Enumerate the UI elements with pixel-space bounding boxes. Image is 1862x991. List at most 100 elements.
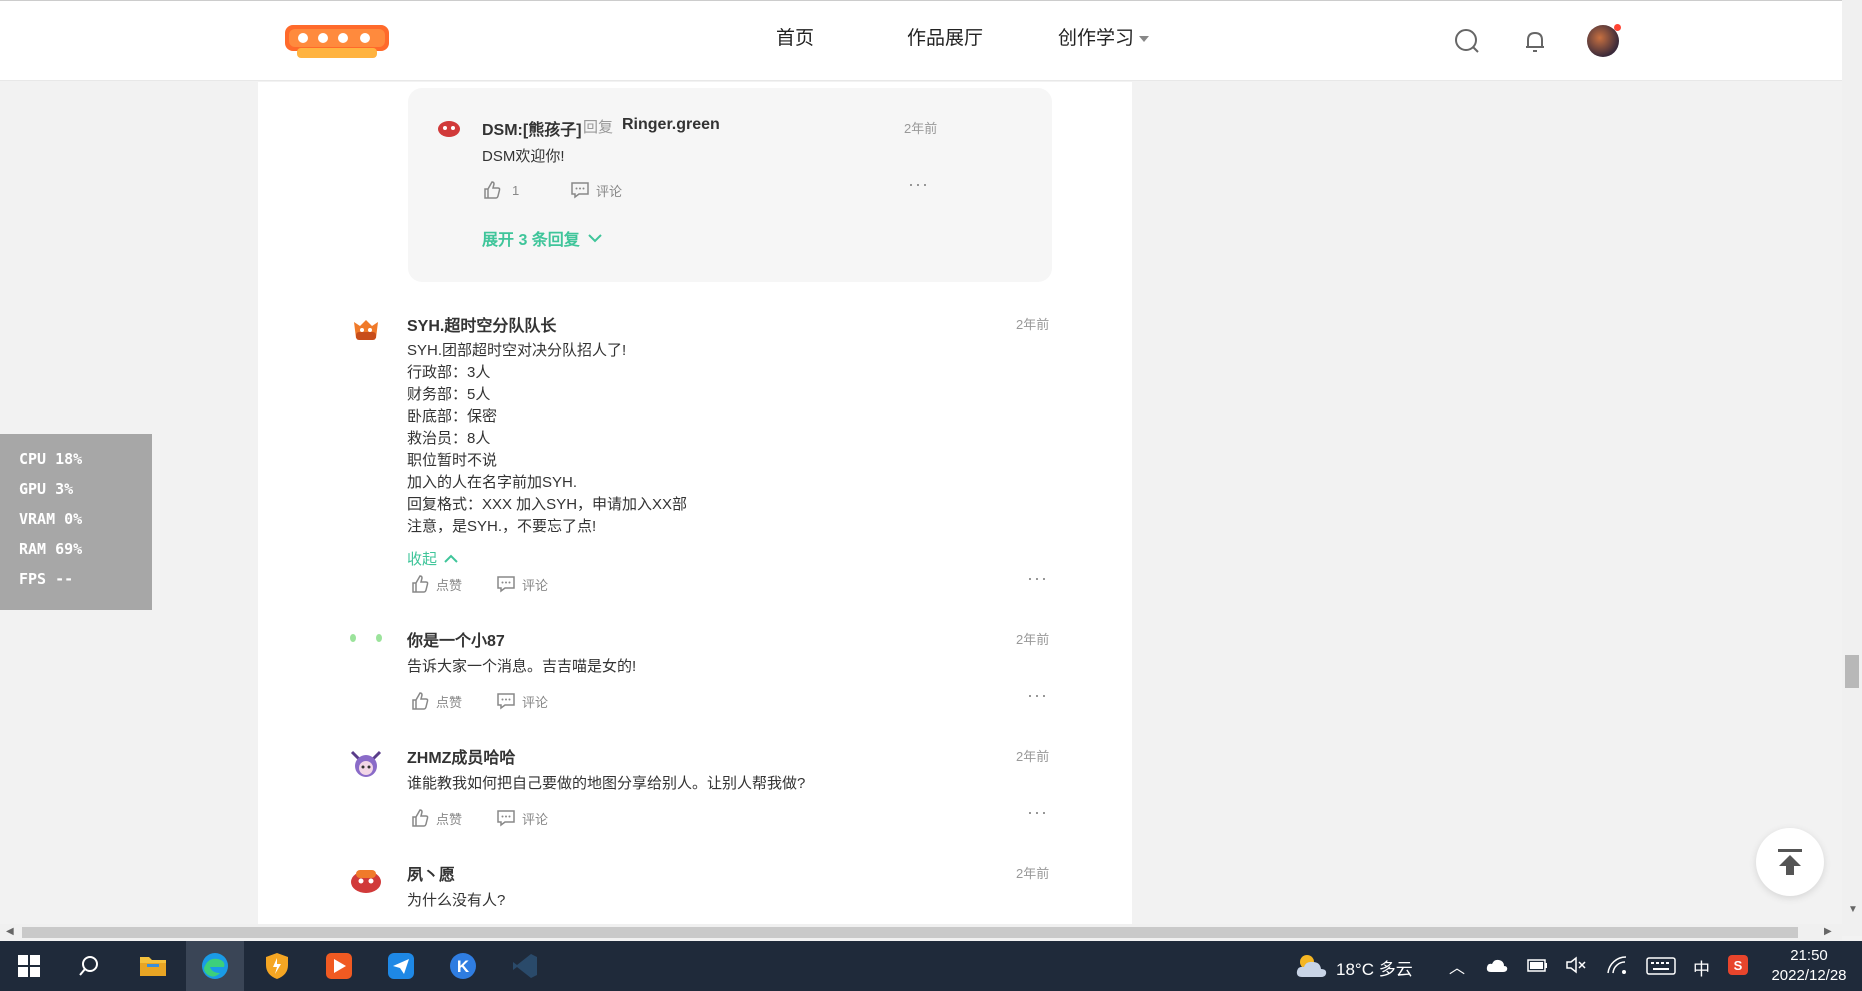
comment-username[interactable]: SYH.超时空分队队长: [407, 312, 556, 336]
search-icon[interactable]: [1453, 27, 1481, 55]
start-button[interactable]: [0, 941, 58, 991]
like-count: 1: [512, 182, 520, 198]
reply-label: 回复: [583, 119, 614, 136]
reply-avatar[interactable]: [436, 114, 462, 140]
back-to-top-button[interactable]: [1756, 828, 1824, 896]
chevron-down-icon: [588, 234, 602, 243]
comment-line: 注意，是SYH.，不要忘了点!: [407, 518, 597, 535]
reply-username[interactable]: DSM:[熊孩子]: [482, 116, 582, 140]
shield-icon: [266, 953, 288, 979]
weather-cloudy-icon: [1296, 955, 1327, 977]
nav-gallery[interactable]: 作品展厅: [907, 23, 983, 50]
k-app-button[interactable]: K: [434, 941, 492, 991]
clock[interactable]: 21:50 2022/12/28: [1764, 946, 1854, 986]
like-button[interactable]: 点赞: [410, 808, 462, 828]
comment-icon: [497, 576, 515, 593]
play-app-icon: [326, 953, 352, 979]
comment-button[interactable]: 评论: [570, 180, 622, 200]
nav-learn-label: 创作学习: [1058, 28, 1135, 49]
comment-username[interactable]: 夙丶愿: [407, 861, 455, 885]
comment-line: 财务部：5人: [407, 386, 491, 403]
comment-button[interactable]: 评论: [496, 574, 548, 594]
nav-home[interactable]: 首页: [776, 23, 814, 50]
security-app-button[interactable]: [248, 941, 306, 991]
volume-muted-icon[interactable]: [1565, 956, 1587, 974]
reply-thread: DSM:[熊孩子] 回复 Ringer.green 2年前 DSM欢迎你! 1 …: [408, 88, 1052, 282]
like-label: 点赞: [436, 694, 463, 710]
edge-browser-button[interactable]: [186, 941, 244, 991]
commenter-avatar[interactable]: [348, 312, 384, 348]
expand-replies-label: 展开 3 条回复: [482, 232, 580, 249]
battery-icon[interactable]: [1526, 957, 1548, 973]
performance-overlay: CPU 18% GPU 3% VRAM 0% RAM 69% FPS --: [0, 434, 152, 610]
comment-line: 救治员：8人: [407, 430, 491, 447]
reply-text: DSM欢迎你!: [482, 148, 565, 165]
like-label: 点赞: [436, 811, 463, 827]
comment-button[interactable]: 评论: [496, 691, 548, 711]
thumbs-up-icon: [412, 575, 429, 593]
reply-target-username[interactable]: Ringer.green: [622, 116, 720, 134]
onedrive-cloud-icon[interactable]: [1486, 957, 1508, 973]
feishu-app-button[interactable]: [372, 941, 430, 991]
media-app-button[interactable]: [310, 941, 368, 991]
comment-button[interactable]: 评论: [496, 808, 548, 828]
wifi-icon[interactable]: [1606, 955, 1628, 975]
reply-time: 2年前: [904, 121, 938, 136]
comment-line: 加入的人在名字前加SYH.: [407, 474, 578, 491]
clock-time: 21:50: [1790, 947, 1828, 964]
like-button[interactable]: 点赞: [410, 691, 462, 711]
comment-line: 卧底部：保密: [407, 408, 498, 425]
expand-replies-button[interactable]: 展开 3 条回复: [482, 226, 604, 250]
more-options-icon[interactable]: ···: [1027, 802, 1048, 823]
ram-stat: RAM 69%: [19, 540, 83, 558]
keyboard-icon[interactable]: [1646, 957, 1676, 975]
comment-line: 行政部：3人: [407, 364, 491, 381]
vscode-app-button[interactable]: [496, 941, 554, 991]
like-button[interactable]: 点赞: [410, 574, 462, 594]
comment-text: 为什么没有人?: [407, 892, 506, 909]
comment-username[interactable]: 你是一个小87: [407, 627, 505, 651]
tray-chevron-up-icon[interactable]: ︿: [1449, 954, 1465, 978]
bell-icon[interactable]: [1521, 27, 1549, 55]
commenter-avatar[interactable]: [348, 862, 384, 898]
input-method-indicator[interactable]: 中: [1693, 955, 1710, 980]
nav-learn[interactable]: 创作学习: [1058, 23, 1150, 50]
more-options-icon[interactable]: ···: [908, 174, 929, 195]
comment-time: 2年前: [1016, 749, 1050, 764]
clock-date: 2022/12/28: [1771, 967, 1847, 984]
comment-line: 回复格式：XXX 加入SYH，申请加入XX部: [407, 496, 688, 513]
more-options-icon[interactable]: ···: [1027, 685, 1048, 706]
like-button[interactable]: 1: [482, 180, 519, 200]
thumbs-up-icon: [412, 692, 429, 710]
scroll-left-arrow-icon[interactable]: ◀: [6, 926, 14, 937]
taskbar-search-button[interactable]: [60, 941, 118, 991]
comment-icon: [497, 810, 515, 827]
like-label: 点赞: [436, 577, 463, 593]
chevron-down-icon: [1139, 35, 1150, 42]
vertical-scrollbar-thumb[interactable]: [1845, 655, 1859, 688]
more-options-icon[interactable]: ···: [1027, 568, 1048, 589]
comment-label: 评论: [522, 577, 549, 593]
windows-logo-icon: [18, 955, 40, 977]
vertical-scrollbar[interactable]: [1842, 0, 1862, 936]
sogou-ime-icon[interactable]: S: [1728, 955, 1748, 975]
scroll-right-arrow-icon[interactable]: ▶: [1824, 926, 1832, 937]
commenter-avatar[interactable]: [348, 628, 384, 664]
paper-plane-icon: [388, 953, 414, 979]
comment-label: 评论: [522, 811, 549, 827]
folder-icon: [140, 957, 166, 976]
site-logo[interactable]: [283, 21, 391, 61]
weather-text[interactable]: 18°C 多云: [1336, 955, 1413, 980]
comment-time: 2年前: [1016, 866, 1050, 881]
comments-panel: DSM:[熊孩子] 回复 Ringer.green 2年前 DSM欢迎你! 1 …: [258, 82, 1132, 924]
comment-label: 评论: [522, 694, 549, 710]
collapse-button[interactable]: 收起: [407, 548, 459, 569]
svg-text:K: K: [457, 957, 470, 976]
thumbs-up-icon: [484, 181, 501, 199]
commenter-avatar[interactable]: [348, 746, 384, 782]
comment-line: 职位暂时不说: [407, 452, 498, 469]
scroll-down-arrow-icon[interactable]: ▼: [1848, 904, 1858, 915]
horizontal-scrollbar-thumb[interactable]: [22, 927, 1798, 938]
file-explorer-button[interactable]: [124, 941, 182, 991]
comment-username[interactable]: ZHMZ成员哈哈: [407, 744, 515, 768]
